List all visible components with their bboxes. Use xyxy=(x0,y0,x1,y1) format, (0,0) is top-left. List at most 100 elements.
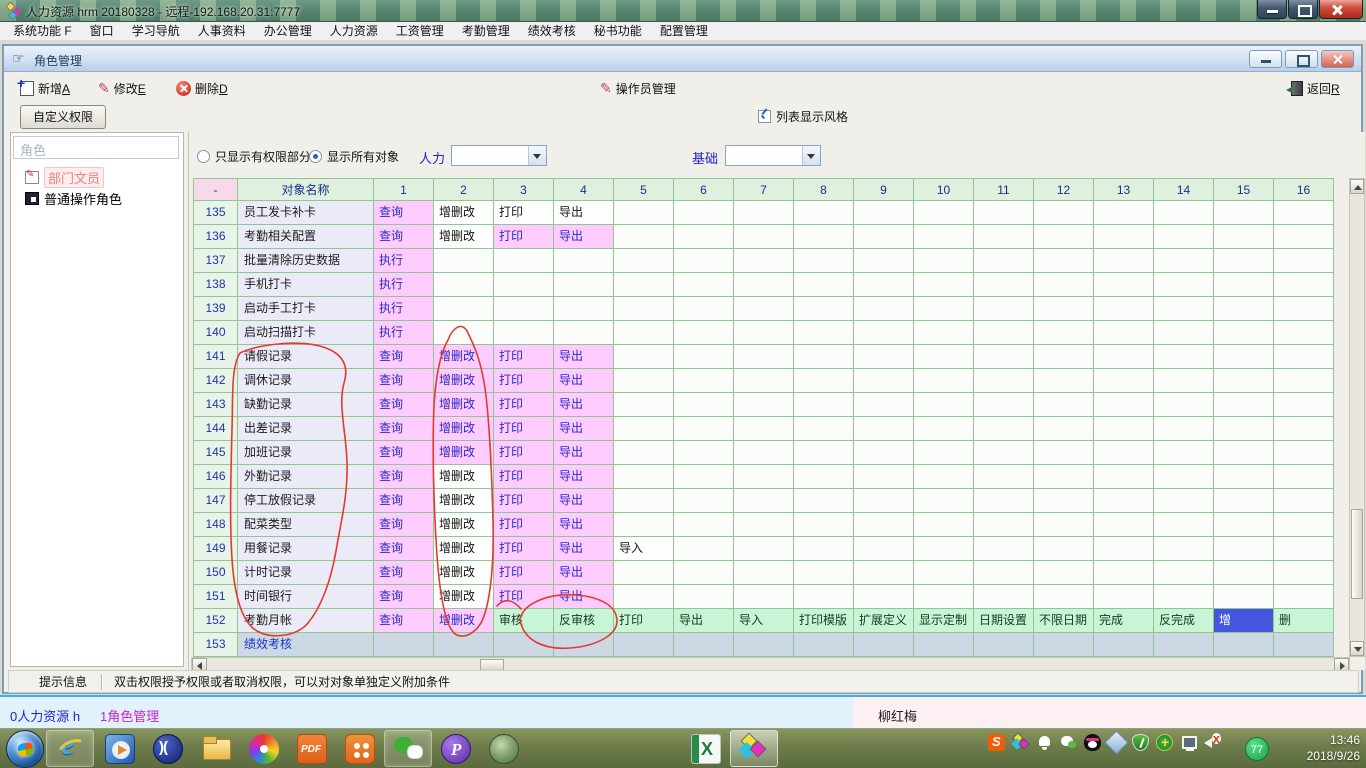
perm-cell[interactable] xyxy=(794,297,854,321)
role-tree-item-1[interactable]: 普通操作角色 xyxy=(25,189,122,208)
menu-item-1[interactable]: 窗口 xyxy=(81,22,123,41)
base-filter-combobox[interactable] xyxy=(725,145,821,166)
tray-wechat-icon[interactable] xyxy=(1060,734,1077,751)
menu-item-3[interactable]: 人事资料 xyxy=(189,22,255,41)
perm-cell[interactable] xyxy=(1214,585,1274,609)
taskbar-item-wmp[interactable] xyxy=(96,730,144,767)
perm-cell[interactable] xyxy=(1214,633,1274,657)
child-restore-button[interactable] xyxy=(1285,50,1318,68)
perm-cell[interactable]: 增删改 xyxy=(434,369,494,393)
row-name[interactable]: 员工发卡补卡 xyxy=(238,201,374,225)
perm-cell[interactable] xyxy=(854,201,914,225)
perm-cell[interactable]: 增删改 xyxy=(434,609,494,633)
perm-cell[interactable] xyxy=(914,441,974,465)
perm-cell[interactable]: 查询 xyxy=(374,393,434,417)
perm-cell[interactable]: 查询 xyxy=(374,465,434,489)
menu-item-0[interactable]: 系统功能 F xyxy=(4,22,81,41)
object-name-header[interactable]: 对象名称 xyxy=(238,178,374,201)
perm-cell[interactable] xyxy=(1094,201,1154,225)
taskbar-item-wechat[interactable] xyxy=(384,730,432,767)
radio-all-circle[interactable] xyxy=(309,150,322,163)
status-page-link[interactable]: 1角色管理 xyxy=(100,706,159,725)
perm-cell[interactable]: 扩展定义 xyxy=(854,609,914,633)
perm-cell[interactable] xyxy=(1034,393,1094,417)
status-module-link[interactable]: 0人力资源 h xyxy=(10,706,80,725)
column-header-7[interactable]: 7 xyxy=(734,178,794,201)
perm-cell[interactable]: 执行 xyxy=(374,297,434,321)
perm-cell[interactable]: 增删改 xyxy=(434,585,494,609)
perm-cell[interactable] xyxy=(674,393,734,417)
perm-cell[interactable] xyxy=(854,393,914,417)
perm-cell[interactable]: 增删改 xyxy=(434,513,494,537)
perm-cell[interactable] xyxy=(794,321,854,345)
vertical-scrollbar[interactable] xyxy=(1349,178,1365,657)
perm-cell[interactable] xyxy=(1034,441,1094,465)
perm-cell[interactable] xyxy=(794,201,854,225)
row-name[interactable]: 缺勤记录 xyxy=(238,393,374,417)
perm-cell[interactable]: 增删改 xyxy=(434,225,494,249)
perm-cell[interactable] xyxy=(1094,417,1154,441)
perm-cell[interactable] xyxy=(674,297,734,321)
row-name[interactable]: 启动手工打卡 xyxy=(238,297,374,321)
perm-cell[interactable] xyxy=(674,489,734,513)
clock[interactable]: 13:46 2018/9/26 xyxy=(1307,732,1360,764)
hr-filter-combobox[interactable] xyxy=(451,145,547,166)
perm-cell[interactable]: 增删改 xyxy=(434,561,494,585)
perm-cell[interactable]: 导入 xyxy=(614,537,674,561)
row-name[interactable]: 考勤月帐 xyxy=(238,609,374,633)
perm-cell[interactable] xyxy=(854,321,914,345)
perm-cell[interactable] xyxy=(854,537,914,561)
perm-cell[interactable] xyxy=(854,369,914,393)
perm-cell[interactable]: 增删改 xyxy=(434,537,494,561)
scroll-up-button[interactable] xyxy=(1350,179,1364,194)
perm-cell[interactable] xyxy=(1094,441,1154,465)
perm-cell[interactable] xyxy=(974,393,1034,417)
perm-cell[interactable] xyxy=(1274,249,1334,273)
perm-cell[interactable] xyxy=(1274,273,1334,297)
perm-cell[interactable] xyxy=(854,249,914,273)
perm-cell[interactable]: 查询 xyxy=(374,609,434,633)
perm-cell[interactable] xyxy=(734,321,794,345)
battery-indicator[interactable]: 77 xyxy=(1245,737,1269,761)
perm-cell[interactable]: 查询 xyxy=(374,513,434,537)
perm-cell[interactable] xyxy=(734,537,794,561)
menu-item-5[interactable]: 人力资源 xyxy=(321,22,387,41)
row-name[interactable]: 时间银行 xyxy=(238,585,374,609)
perm-cell[interactable] xyxy=(614,585,674,609)
perm-cell[interactable] xyxy=(1214,441,1274,465)
perm-cell[interactable]: 增删改 xyxy=(434,345,494,369)
perm-cell[interactable] xyxy=(554,321,614,345)
perm-cell[interactable] xyxy=(794,345,854,369)
add-button[interactable]: 新增A xyxy=(16,77,74,99)
perm-cell[interactable] xyxy=(1154,273,1214,297)
perm-cell[interactable] xyxy=(614,393,674,417)
perm-cell[interactable]: 执行 xyxy=(374,273,434,297)
perm-cell[interactable]: 打印 xyxy=(494,489,554,513)
perm-cell[interactable] xyxy=(1094,561,1154,585)
perm-cell[interactable] xyxy=(734,489,794,513)
perm-cell[interactable] xyxy=(854,297,914,321)
perm-cell[interactable] xyxy=(974,489,1034,513)
perm-cell[interactable]: 导出 xyxy=(554,201,614,225)
perm-cell[interactable] xyxy=(1094,345,1154,369)
perm-cell[interactable] xyxy=(1094,273,1154,297)
column-header-11[interactable]: 11 xyxy=(974,178,1034,201)
row-name[interactable]: 用餐记录 xyxy=(238,537,374,561)
perm-cell[interactable] xyxy=(1214,417,1274,441)
column-header-3[interactable]: 3 xyxy=(494,178,554,201)
perm-cell[interactable] xyxy=(1034,489,1094,513)
perm-cell[interactable] xyxy=(914,585,974,609)
perm-cell[interactable] xyxy=(974,513,1034,537)
perm-cell[interactable] xyxy=(1034,465,1094,489)
perm-cell[interactable] xyxy=(1094,393,1154,417)
perm-cell[interactable] xyxy=(434,633,494,657)
row-name[interactable]: 外勤记录 xyxy=(238,465,374,489)
perm-cell[interactable] xyxy=(794,513,854,537)
perm-cell[interactable] xyxy=(794,441,854,465)
perm-cell[interactable] xyxy=(1034,561,1094,585)
perm-cell[interactable] xyxy=(434,273,494,297)
perm-cell[interactable] xyxy=(614,417,674,441)
perm-cell[interactable] xyxy=(674,249,734,273)
tray-qq-icon[interactable] xyxy=(1084,734,1101,751)
perm-cell[interactable] xyxy=(794,585,854,609)
